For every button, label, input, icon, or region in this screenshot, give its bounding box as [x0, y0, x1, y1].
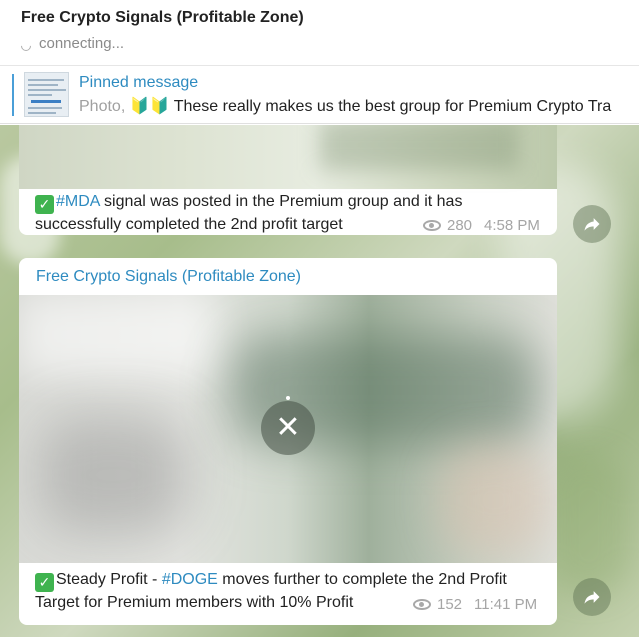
connection-status-text: connecting... [39, 35, 125, 52]
message-author[interactable]: Free Crypto Signals (Profitable Zone) [36, 268, 301, 286]
pinned-title: Pinned message [79, 74, 199, 91]
message-meta: 152 11:41 PM [413, 596, 537, 613]
message-photo[interactable] [19, 125, 557, 189]
share-button[interactable] [573, 578, 611, 616]
connection-status: connecting... [18, 35, 125, 53]
pinned-text: These really makes us the best group for… [173, 98, 612, 115]
chat-title[interactable]: Free Crypto Signals (Profitable Zone) [21, 9, 304, 27]
close-icon: ✕ [275, 411, 301, 444]
cancel-download-button[interactable]: ✕ [261, 396, 315, 455]
check-mark-icon: ✓ [35, 195, 54, 214]
message-photo[interactable]: ✕ [19, 295, 557, 563]
eye-icon [423, 220, 441, 231]
share-arrow-icon [584, 218, 600, 231]
message-body-prefix: Steady Profit - [56, 571, 162, 588]
pinned-preview: Photo, 🔰🔰 These really makes us the best… [79, 96, 611, 116]
pinned-thumbnail [24, 72, 69, 117]
message-time: 11:41 PM [474, 596, 538, 613]
hashtag-link[interactable]: #MDA [56, 193, 100, 210]
message-body: signal was posted in the Premium group a… [35, 193, 463, 233]
chat-header: Free Crypto Signals (Profitable Zone) co… [0, 0, 639, 66]
message-bubble[interactable]: ✓ #MDA signal was posted in the Premium g… [19, 125, 557, 235]
message-meta: 280 4:58 PM [423, 217, 540, 234]
share-arrow-icon [584, 591, 600, 604]
message-bubble[interactable]: Free Crypto Signals (Profitable Zone) ✕ … [19, 258, 557, 625]
pinned-emoji: 🔰🔰 [129, 98, 170, 115]
pinned-message-bar[interactable]: Pinned message Photo, 🔰🔰 These really ma… [0, 66, 639, 124]
share-button[interactable] [573, 205, 611, 243]
chat-area[interactable]: ✓ #MDA signal was posted in the Premium g… [0, 125, 639, 637]
message-time: 4:58 PM [484, 217, 540, 234]
eye-icon [413, 599, 431, 610]
pinned-accent-bar [12, 74, 14, 116]
hashtag-link[interactable]: #DOGE [162, 571, 218, 588]
view-count: 152 [437, 596, 463, 613]
loading-spinner-icon [18, 38, 34, 53]
check-mark-icon: ✓ [35, 573, 54, 592]
view-count: 280 [447, 217, 473, 234]
pinned-type-label: Photo, [79, 98, 126, 115]
